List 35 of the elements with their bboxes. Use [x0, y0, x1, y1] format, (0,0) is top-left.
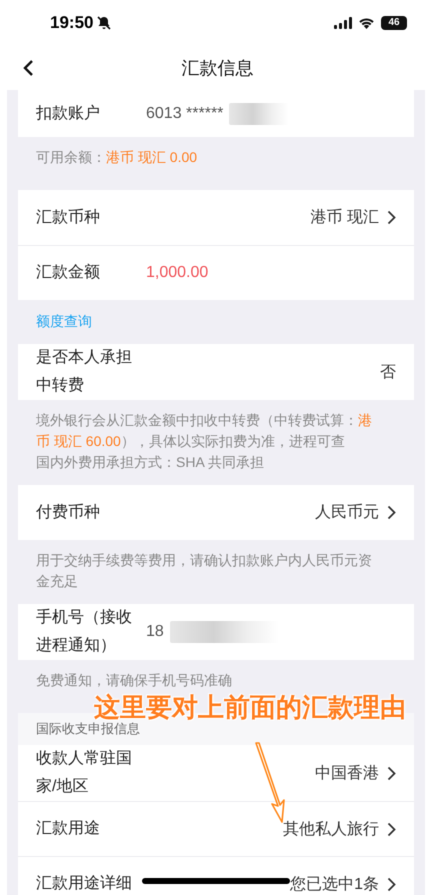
field-label: 是否本人承担中转费: [36, 348, 133, 396]
wifi-icon: [358, 16, 375, 28]
hint-text: 用于交纳手续费等费用，请确认扣款账户内人民币元资金充足: [36, 551, 373, 591]
mute-bell-icon: [97, 16, 112, 30]
chevron-icon[interactable]: [387, 505, 396, 520]
field-value: 1,000.00: [146, 264, 208, 282]
field-value: 6013 ******: [146, 104, 224, 122]
field-value[interactable]: 港币 现汇: [310, 207, 379, 228]
field-label: 手机号（接收进程通知）: [36, 608, 133, 656]
hint-text: 国内外费用承担方式：SHA 共同承担: [36, 453, 265, 472]
field-label: 收款人常驻国家/地区: [36, 748, 133, 797]
page-title: 汇款信息: [182, 56, 254, 80]
chevron-icon[interactable]: [387, 766, 396, 780]
hint-text: 境外银行会从汇款金额中扣收中转费（中转费试算：港币 现汇 60.00），具体以实际扣费为准，进程可查: [36, 411, 373, 451]
field-value[interactable]: 您已选中1条: [290, 874, 379, 894]
field-value: 18: [146, 623, 164, 641]
field-label: 汇款用途: [36, 819, 101, 839]
field-label: 汇款金额: [36, 262, 101, 283]
field-value: 否: [380, 362, 396, 382]
field-label: 汇款用途详细: [36, 874, 133, 894]
field-value[interactable]: 人民币元: [315, 502, 379, 523]
field-label: 付费币种: [36, 502, 101, 522]
chevron-icon[interactable]: [387, 876, 396, 892]
signal-icon: [334, 16, 352, 28]
field-label: 汇款币种: [36, 208, 101, 228]
field-value[interactable]: 其他私人旅行: [283, 818, 379, 840]
chevron-icon[interactable]: [387, 822, 396, 836]
back-icon[interactable]: [22, 59, 34, 77]
chevron-icon[interactable]: [387, 210, 396, 225]
hint-text: 可用余额：港币 现汇 0.00: [36, 148, 198, 167]
field-value[interactable]: 中国香港: [315, 762, 379, 784]
battery-icon: 46: [381, 16, 407, 30]
status-time: 19:50: [50, 12, 94, 32]
hint-text: 免费通知，请确保手机号码准确: [36, 671, 233, 690]
field-label: 扣款账户: [36, 104, 101, 124]
